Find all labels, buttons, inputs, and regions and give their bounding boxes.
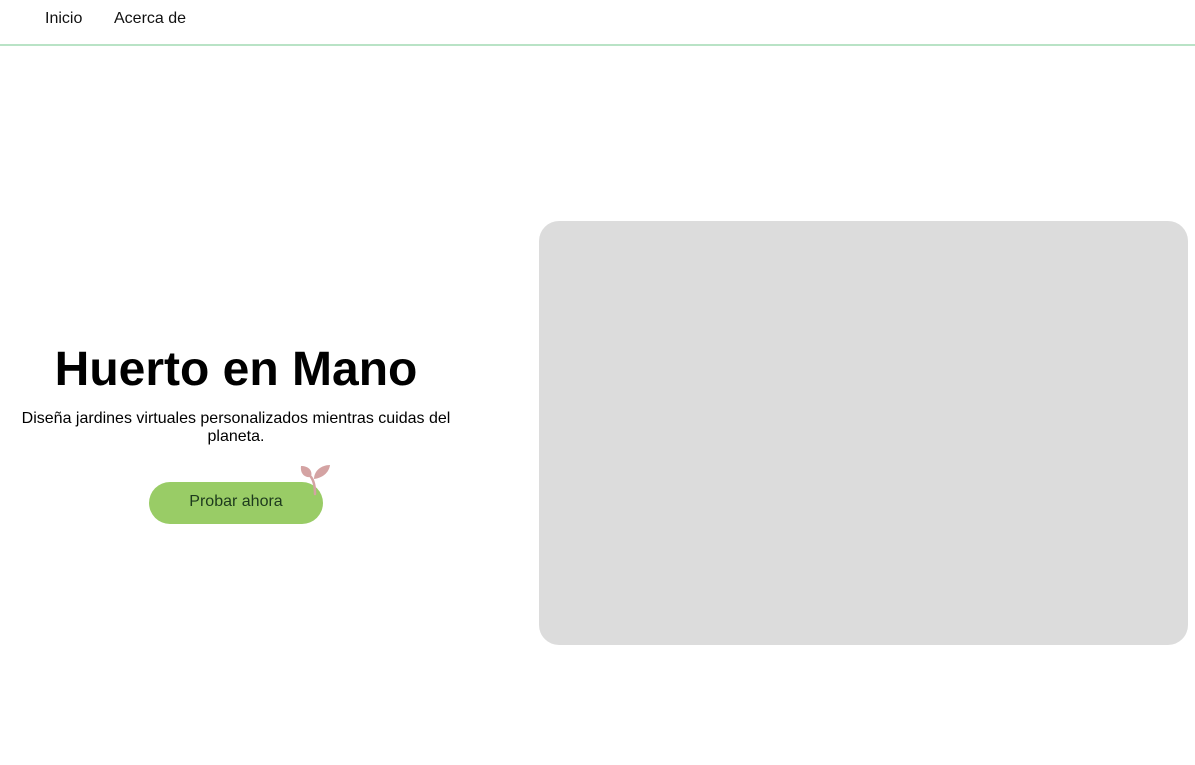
hero-subtitle: Diseña jardines virtuales personalizados… <box>21 410 451 445</box>
hero-section: Huerto en Mano Diseña jardines virtuales… <box>0 330 472 524</box>
nav-link-inicio[interactable]: Inicio <box>45 9 82 28</box>
nav-link-acerca-de[interactable]: Acerca de <box>114 9 186 28</box>
cta-container: Probar ahora <box>149 465 330 524</box>
hero-image-placeholder <box>539 221 1188 645</box>
hero-title: Huerto en Mano <box>54 343 418 396</box>
top-navbar: Inicio Acerca de <box>0 0 1195 46</box>
sprout-icon <box>300 465 330 496</box>
